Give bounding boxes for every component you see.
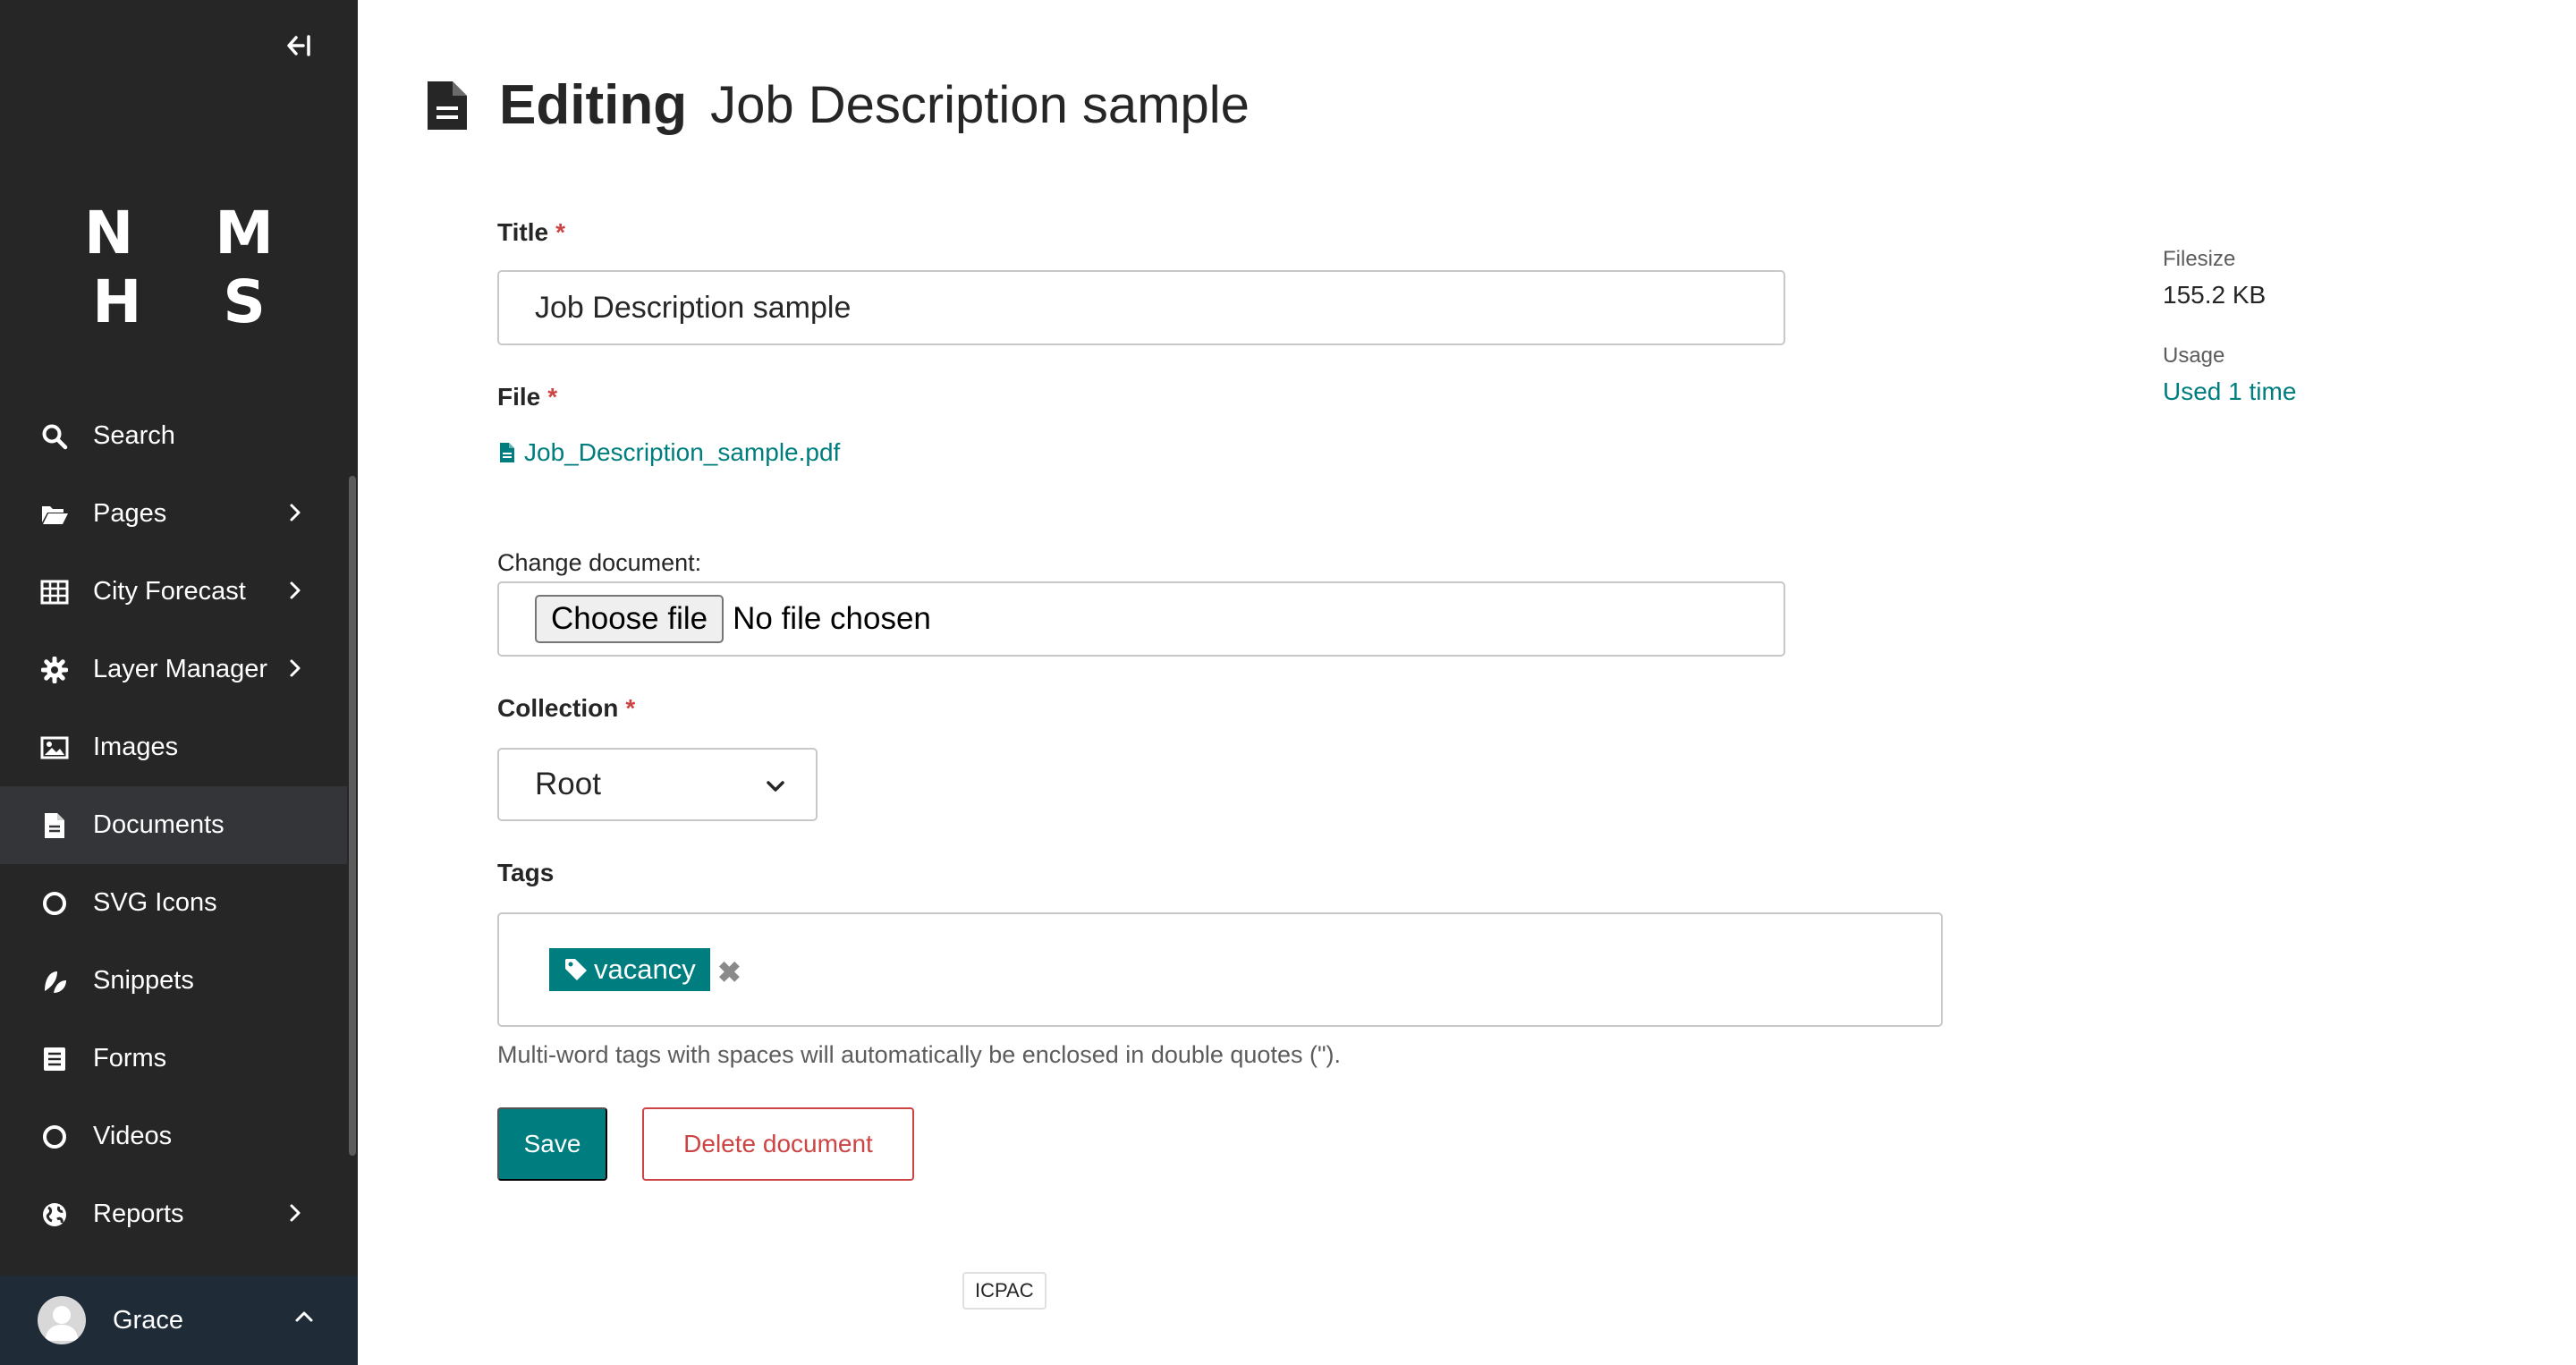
chevron-up-icon <box>295 1311 313 1322</box>
image-icon <box>39 733 70 763</box>
menu-item-label: Layer Manager <box>93 655 268 683</box>
no-file-text: No file chosen <box>733 601 931 636</box>
menu-item-layer-manager[interactable]: Layer Manager <box>0 631 347 708</box>
circle-icon <box>39 888 70 919</box>
globe-icon <box>39 1200 70 1230</box>
menu-item-label: Forms <box>93 1044 167 1072</box>
menu-item-images[interactable]: Images <box>0 708 347 786</box>
filesize-value: 155.2 KB <box>2163 281 2267 309</box>
file-label: File * <box>497 383 557 411</box>
account-menu[interactable]: Grace <box>0 1276 358 1365</box>
title-input[interactable]: Job Description sample <box>497 270 1785 345</box>
page-title-verb: Editing <box>499 74 688 136</box>
menu-item-label: Images <box>93 733 179 761</box>
tags-input[interactable]: vacancy ✖ <box>497 912 1943 1027</box>
change-document-label: Change document: <box>497 549 702 576</box>
cog-icon <box>39 655 70 685</box>
required-marker: * <box>625 694 636 722</box>
folder-open-icon <box>39 499 70 530</box>
circle-icon <box>39 1122 70 1152</box>
choose-file-button[interactable]: Choose file <box>535 595 724 643</box>
title-label: Title * <box>497 218 565 247</box>
menu-item-snippets[interactable]: Snippets <box>0 942 347 1020</box>
site-logo[interactable]: N M H S <box>0 199 358 336</box>
tag-icon <box>565 959 587 980</box>
file-label-text: File <box>497 383 541 411</box>
table-icon <box>39 577 70 607</box>
menu-item-forms[interactable]: Forms <box>0 1020 347 1098</box>
main-menu: Search Pages City Forecast Layer Manager <box>0 397 347 1253</box>
menu-item-label: Reports <box>93 1200 184 1228</box>
delete-document-button[interactable]: Delete document <box>642 1107 914 1181</box>
usage-label: Usage <box>2163 343 2225 368</box>
title-input-value: Job Description sample <box>535 290 852 325</box>
collection-selected-value: Root <box>535 767 601 801</box>
tag-chip[interactable]: vacancy <box>549 948 710 991</box>
menu-item-label: Pages <box>93 499 167 528</box>
current-file-link[interactable]: Job_Description_sample.pdf <box>499 438 840 467</box>
change-document-input[interactable]: Choose file No file chosen <box>497 581 1785 657</box>
save-button[interactable]: Save <box>497 1107 607 1181</box>
chevron-right-icon <box>290 1204 301 1222</box>
tooltip: ICPAC <box>962 1272 1046 1310</box>
chevron-right-icon <box>290 581 301 599</box>
tag-label: vacancy <box>594 954 696 985</box>
remove-tag-icon[interactable]: ✖ <box>717 955 741 989</box>
sidebar-scrollbar[interactable] <box>349 476 356 1156</box>
form-icon <box>39 1044 70 1074</box>
chevron-down-icon <box>767 781 784 792</box>
menu-item-label: City Forecast <box>93 577 246 606</box>
filesize-label: Filesize <box>2163 247 2236 271</box>
required-marker: * <box>547 383 558 411</box>
account-name: Grace <box>113 1305 183 1335</box>
required-marker: * <box>555 218 565 246</box>
sidebar: N M H S Search Pages City Forecast Layer… <box>0 0 358 1365</box>
collapse-sidebar-button[interactable] <box>283 30 315 61</box>
usage-link[interactable]: Used 1 time <box>2163 377 2296 406</box>
document-icon <box>428 81 467 130</box>
snippet-icon <box>39 966 70 996</box>
tags-help-text: Multi-word tags with spaces will automat… <box>497 1041 1342 1068</box>
avatar <box>38 1296 86 1344</box>
menu-item-label: Search <box>93 421 175 450</box>
document-icon <box>39 810 70 841</box>
menu-item-reports[interactable]: Reports <box>0 1175 347 1253</box>
collapse-left-icon <box>287 35 310 56</box>
menu-item-label: Snippets <box>93 966 194 995</box>
chevron-right-icon <box>290 659 301 677</box>
menu-item-videos[interactable]: Videos <box>0 1098 347 1175</box>
page-header: Editing Job Description sample <box>426 73 1250 137</box>
collection-select[interactable]: Root <box>497 748 818 821</box>
search-icon <box>39 421 70 452</box>
menu-item-pages[interactable]: Pages <box>0 475 347 553</box>
menu-item-city-forecast[interactable]: City Forecast <box>0 553 347 631</box>
menu-item-svg-icons[interactable]: SVG Icons <box>0 864 347 942</box>
page-title: Job Description sample <box>710 76 1250 134</box>
title-label-text: Title <box>497 218 549 246</box>
menu-item-label: SVG Icons <box>93 888 217 917</box>
collection-label: Collection * <box>497 694 635 723</box>
collection-label-text: Collection <box>497 694 619 722</box>
menu-item-search[interactable]: Search <box>0 397 347 475</box>
menu-item-label: Documents <box>93 810 225 839</box>
file-name: Job_Description_sample.pdf <box>524 438 841 466</box>
menu-item-label: Videos <box>93 1122 173 1150</box>
document-icon <box>500 443 514 462</box>
tags-label: Tags <box>497 859 555 886</box>
menu-item-documents[interactable]: Documents <box>0 786 347 864</box>
chevron-right-icon <box>290 504 301 521</box>
